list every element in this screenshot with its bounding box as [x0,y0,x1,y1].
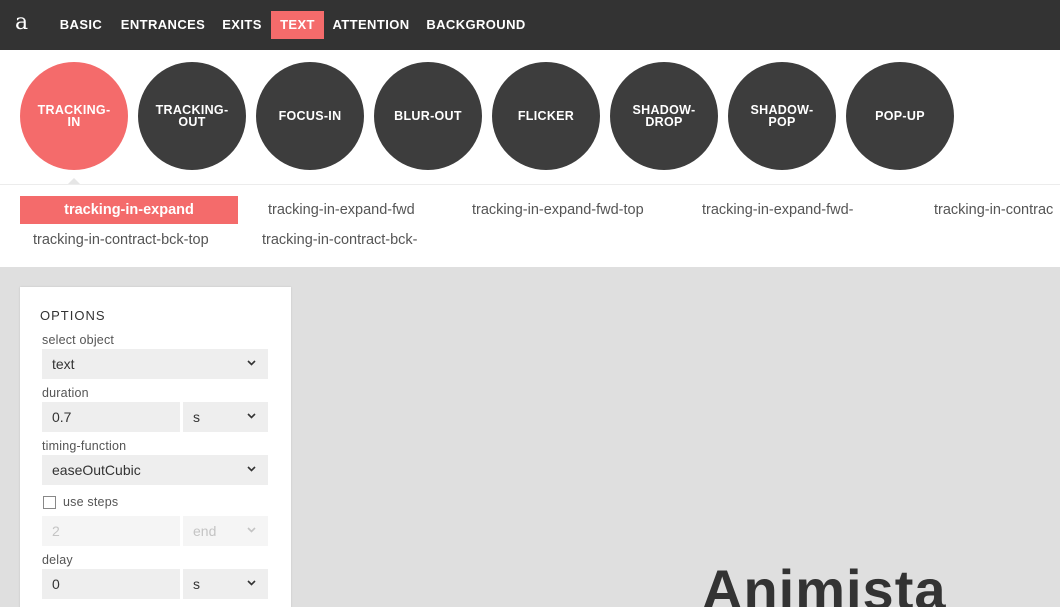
preview-text: Animista [702,558,947,607]
chevron-down-icon [247,580,256,586]
nav-tab-background[interactable]: BACKGROUND [422,11,530,39]
delay-input[interactable]: 0 [42,569,180,599]
top-nav: a BASIC ENTRANCES EXITS TEXT ATTENTION B… [0,0,1060,50]
options-title: OPTIONS [40,308,106,323]
animation-shadow-drop[interactable]: SHADOW-DROP [610,62,718,170]
variant-tracking-in-expand-fwd-top[interactable]: tracking-in-expand-fwd-top [472,196,644,224]
variant-tracking-in-contract-bck-top[interactable]: tracking-in-contract-bck-top [33,226,209,254]
animation-group-bar: TRACKING-IN TRACKING-OUT FOCUS-IN BLUR-O… [0,50,1060,184]
animation-tracking-out[interactable]: TRACKING-OUT [138,62,246,170]
duration-label: duration [42,386,89,400]
steps-count-input: 2 [42,516,180,546]
variant-tracking-in-expand-fwd-bottom[interactable]: tracking-in-expand-fwd- [702,196,854,224]
nav-tab-attention[interactable]: ATTENTION [330,11,412,39]
active-pointer [68,178,80,184]
steps-position-value: end [193,523,217,539]
timing-function-value: easeOutCubic [52,462,141,478]
animation-flicker[interactable]: FLICKER [492,62,600,170]
use-steps-checkbox[interactable] [43,496,56,509]
delay-value: 0 [52,576,60,592]
nav-tab-exits[interactable]: EXITS [218,11,266,39]
delay-unit-value: s [193,576,200,592]
nav-tab-text[interactable]: TEXT [271,11,324,39]
use-steps-label: use steps [63,495,119,509]
chevron-down-icon [247,413,256,419]
delay-label: delay [42,553,73,567]
animista-logo[interactable]: a [15,9,28,37]
duration-value: 0.7 [52,409,72,425]
animation-focus-in[interactable]: FOCUS-IN [256,62,364,170]
select-object-dropdown[interactable]: text [42,349,268,379]
nav-tab-entrances[interactable]: ENTRANCES [118,11,208,39]
select-object-value: text [52,356,75,372]
nav-tab-basic[interactable]: BASIC [53,11,109,39]
duration-unit-value: s [193,409,200,425]
steps-position-dropdown: end [183,516,268,546]
delay-unit-dropdown[interactable]: s [183,569,268,599]
variant-list: tracking-in-expand tracking-in-expand-fw… [0,184,1060,267]
variant-tracking-in-contract[interactable]: tracking-in-contrac [934,196,1053,224]
animation-blur-out[interactable]: BLUR-OUT [374,62,482,170]
chevron-down-icon [247,527,256,533]
chevron-down-icon [247,360,256,366]
animation-pop-up[interactable]: POP-UP [846,62,954,170]
timing-function-dropdown[interactable]: easeOutCubic [42,455,268,485]
variant-tracking-in-expand-fwd[interactable]: tracking-in-expand-fwd [268,196,415,224]
timing-function-label: timing-function [42,439,127,453]
options-panel: OPTIONS select object text duration 0.7 … [20,287,291,607]
duration-unit-dropdown[interactable]: s [183,402,268,432]
duration-input[interactable]: 0.7 [42,402,180,432]
steps-count-value: 2 [52,523,60,539]
animation-shadow-pop[interactable]: SHADOW-POP [728,62,836,170]
animation-tracking-in[interactable]: TRACKING-IN [20,62,128,170]
select-object-label: select object [42,333,115,347]
variant-tracking-in-contract-bck-bottom[interactable]: tracking-in-contract-bck- [262,226,418,254]
chevron-down-icon [247,466,256,472]
variant-tracking-in-expand[interactable]: tracking-in-expand [20,196,238,224]
